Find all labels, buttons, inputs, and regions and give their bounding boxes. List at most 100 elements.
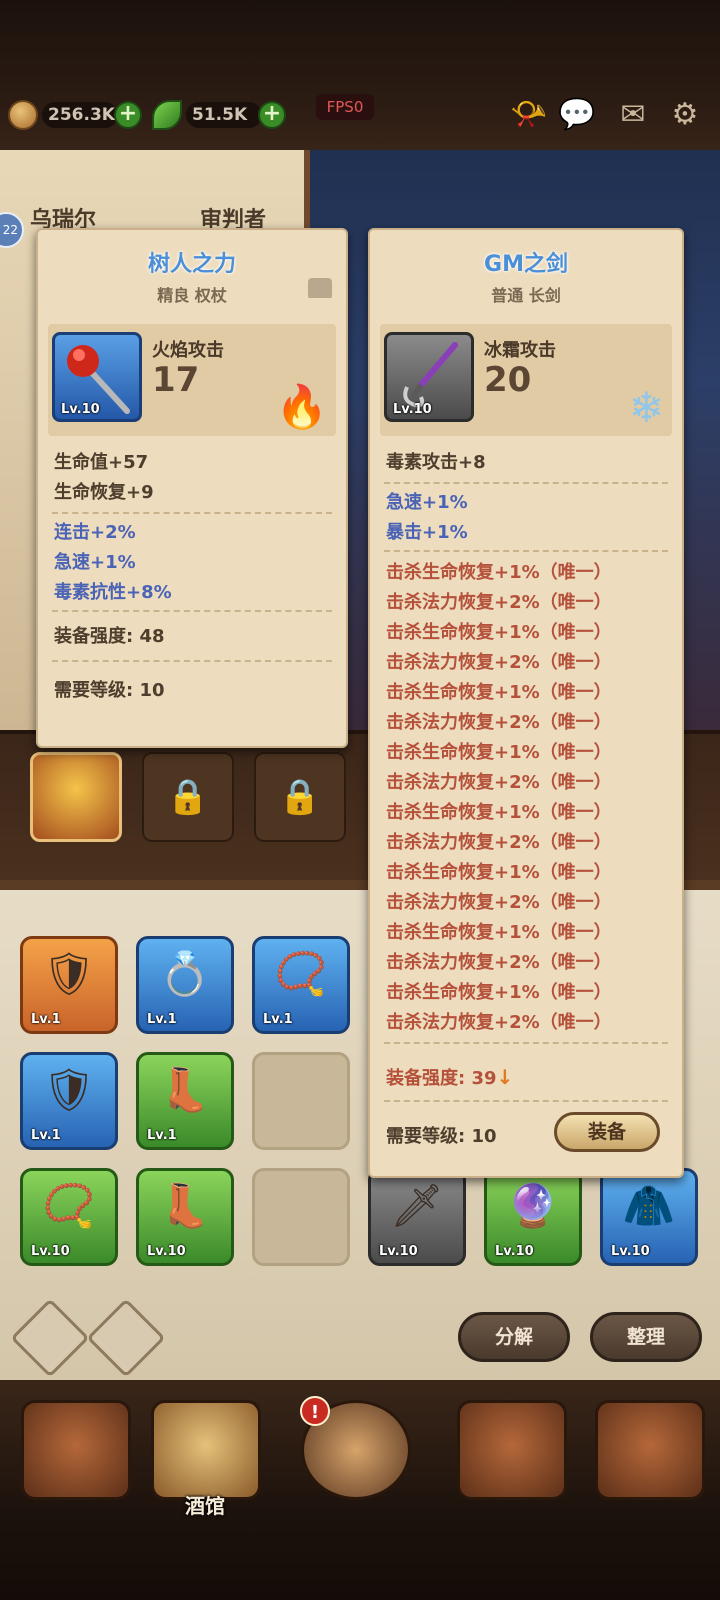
item-subtitle: 精良 权杖 bbox=[157, 286, 227, 305]
sword-icon: 🗡 bbox=[390, 1181, 444, 1230]
sword-item-icon: Lv.10 bbox=[384, 332, 474, 422]
anvil-icon bbox=[595, 1400, 705, 1500]
item-tooltip-right: GM之剑 普通 长剑 Lv.10 冰霜攻击 20 ❄ 毒素攻击+8 急速+1% … bbox=[368, 228, 684, 1178]
inventory-item-necklace[interactable]: 📿 Lv.10 bbox=[20, 1168, 118, 1266]
bonus-stat: 毒素抗性+8% bbox=[54, 582, 172, 603]
attack-value: 20 bbox=[484, 360, 532, 400]
amulet-icon: 📿 bbox=[274, 949, 328, 998]
arrow-down-icon: ↓ bbox=[496, 1065, 514, 1089]
armor-icon: 🛡 bbox=[42, 949, 96, 998]
gem-shrine-icon bbox=[457, 1400, 567, 1500]
unique-stat: 击杀生命恢复+1%（唯一） bbox=[386, 742, 612, 763]
item-tooltip-left: 树人之力 精良 权杖 Lv.10 火焰攻击 17 🔥 生命值+57 生命恢复+9… bbox=[36, 228, 348, 748]
unique-stat: 击杀生命恢复+1%（唯一） bbox=[386, 802, 612, 823]
divider bbox=[52, 660, 332, 662]
snowflake-icon: ❄ bbox=[628, 383, 664, 432]
gold-amount: 256.3K bbox=[42, 102, 118, 128]
inventory-item-cloak[interactable]: 🧥 Lv.10 bbox=[600, 1168, 698, 1266]
shoulder-armor-icon: 🛡 bbox=[42, 1065, 96, 1114]
divider bbox=[52, 512, 332, 514]
unique-stat: 击杀生命恢复+1%（唯一） bbox=[386, 862, 612, 883]
bonus-stat: 暴击+1% bbox=[386, 522, 468, 543]
boots-icon: 👢 bbox=[158, 1065, 212, 1114]
beer-barrel-icon bbox=[151, 1400, 261, 1500]
base-stat: 生命恢复+9 bbox=[54, 482, 154, 503]
inventory-item-shoulder[interactable]: 🛡 Lv.1 bbox=[20, 1052, 118, 1150]
unique-stat: 击杀生命恢复+1%（唯一） bbox=[386, 982, 612, 1003]
divider bbox=[384, 550, 668, 552]
divider bbox=[384, 1100, 668, 1102]
inventory-item-amulet[interactable]: 📿 Lv.1 bbox=[252, 936, 350, 1034]
strength-value: 39 bbox=[471, 1068, 497, 1089]
item-header-box: Lv.10 火焰攻击 17 🔥 bbox=[48, 324, 336, 436]
horn-icon[interactable]: 📯 bbox=[508, 94, 550, 136]
necklace-icon: 📿 bbox=[42, 1181, 96, 1230]
decompose-button[interactable]: 分解 bbox=[458, 1312, 570, 1362]
locked-hero-slot[interactable]: 🔒 bbox=[142, 752, 234, 842]
inventory-empty-slot[interactable] bbox=[252, 1168, 350, 1266]
item-title: 树人之力 bbox=[147, 252, 236, 277]
required-level: 需要等级: 10 bbox=[386, 1126, 497, 1147]
house-icon bbox=[21, 1400, 131, 1500]
alert-badge: ! bbox=[300, 1396, 330, 1426]
strength-label: 装备强度: bbox=[386, 1068, 472, 1089]
wood-amount: 51.5K bbox=[186, 102, 262, 128]
bonus-stat: 急速+1% bbox=[54, 552, 136, 573]
unique-stat: 击杀生命恢复+1%（唯一） bbox=[386, 622, 612, 643]
unique-stat: 击杀法力恢复+2%（唯一） bbox=[386, 592, 612, 613]
base-stat: 毒素攻击+8 bbox=[386, 452, 486, 473]
inventory-item-boots[interactable]: 👢 Lv.1 bbox=[136, 1052, 234, 1150]
fps-counter: FPS0 bbox=[316, 94, 374, 120]
wood-resource: 51.5K + bbox=[152, 98, 286, 132]
unique-stat: 击杀生命恢复+1%（唯一） bbox=[386, 682, 612, 703]
unique-stat: 击杀法力恢复+2%（唯一） bbox=[386, 1012, 612, 1033]
item-title: GM之剑 bbox=[484, 252, 568, 277]
unique-stat: 击杀法力恢复+2%（唯一） bbox=[386, 952, 612, 973]
chat-icon[interactable]: 💬 bbox=[556, 94, 598, 136]
attack-type: 冰霜攻击 bbox=[484, 340, 556, 361]
inventory-item-boots[interactable]: 👢 Lv.10 bbox=[136, 1168, 234, 1266]
unique-stat: 击杀法力恢复+2%（唯一） bbox=[386, 892, 612, 913]
inventory-item-armor[interactable]: 🛡 Lv.1 bbox=[20, 936, 118, 1034]
sort-button[interactable]: 整理 bbox=[590, 1312, 702, 1362]
inventory-item-orb[interactable]: 🔮 Lv.10 bbox=[484, 1168, 582, 1266]
divider bbox=[384, 1042, 668, 1044]
ring-icon: 💍 bbox=[158, 949, 212, 998]
scepter-item-icon: Lv.10 bbox=[52, 332, 142, 422]
mail-icon[interactable]: ✉ bbox=[612, 94, 654, 136]
required-level: 需要等级: 10 bbox=[54, 680, 165, 701]
add-wood-button[interactable]: + bbox=[258, 101, 286, 129]
inventory-item-ring[interactable]: 💍 Lv.1 bbox=[136, 936, 234, 1034]
divider bbox=[52, 610, 332, 612]
unique-stat: 击杀生命恢复+1%（唯一） bbox=[386, 922, 612, 943]
unique-stat: 击杀法力恢复+2%（唯一） bbox=[386, 652, 612, 673]
lock-icon: 🔒 bbox=[278, 777, 322, 817]
attack-type: 火焰攻击 bbox=[152, 340, 224, 361]
bonus-stat: 急速+1% bbox=[386, 492, 468, 513]
shirt-icon bbox=[308, 278, 332, 298]
nav-town[interactable] bbox=[16, 1400, 136, 1520]
lock-icon: 🔒 bbox=[166, 777, 210, 817]
attack-value: 17 bbox=[152, 360, 200, 400]
equip-button[interactable]: 装备 bbox=[554, 1112, 660, 1152]
item-subtitle: 普通 长剑 bbox=[491, 286, 561, 305]
cloak-icon: 🧥 bbox=[622, 1181, 676, 1230]
equipment-strength: 装备强度: 39↓ bbox=[386, 1064, 513, 1090]
locked-hero-slot[interactable]: 🔒 bbox=[254, 752, 346, 842]
unique-stat: 击杀法力恢复+2%（唯一） bbox=[386, 712, 612, 733]
hero-portrait[interactable] bbox=[30, 752, 122, 842]
gear-icon[interactable]: ⚙ bbox=[664, 94, 706, 136]
nav-forge[interactable] bbox=[590, 1400, 710, 1520]
add-gold-button[interactable]: + bbox=[114, 101, 142, 129]
gold-coin-icon bbox=[8, 100, 38, 130]
inventory-item-sword[interactable]: 🗡 Lv.10 bbox=[368, 1168, 466, 1266]
leaf-icon bbox=[152, 100, 182, 130]
nav-treasury[interactable] bbox=[452, 1400, 572, 1520]
nav-tavern-label: 酒馆 bbox=[185, 1494, 225, 1518]
inventory-empty-slot[interactable] bbox=[252, 1052, 350, 1150]
top-bar bbox=[0, 0, 720, 160]
item-header-box: Lv.10 冰霜攻击 20 ❄ bbox=[380, 324, 672, 436]
unique-stat: 击杀法力恢复+2%（唯一） bbox=[386, 832, 612, 853]
orb-icon: 🔮 bbox=[506, 1181, 560, 1230]
base-stat: 生命值+57 bbox=[54, 452, 149, 473]
